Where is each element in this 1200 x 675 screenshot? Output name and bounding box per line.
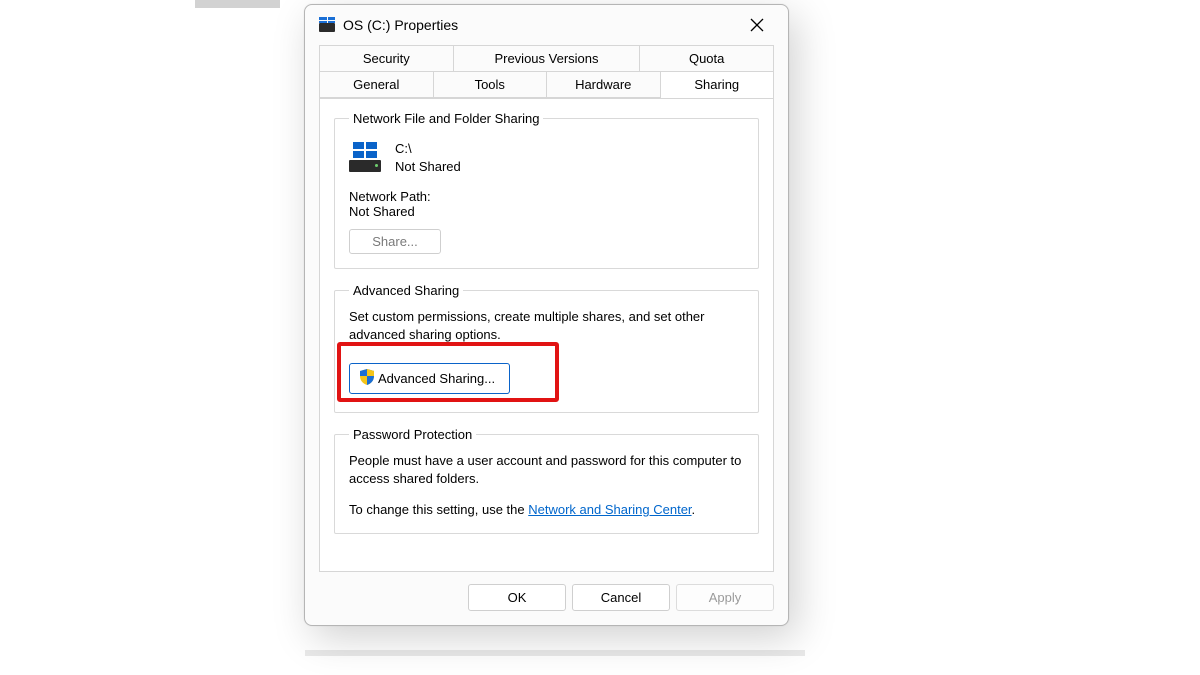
properties-dialog: OS (C:) Properties Security Previous Ver…: [304, 4, 789, 626]
group-legend-password-protection: Password Protection: [349, 427, 476, 442]
password-protection-change: To change this setting, use the Network …: [349, 501, 744, 519]
tab-quota[interactable]: Quota: [640, 46, 773, 71]
change-setting-prefix: To change this setting, use the: [349, 502, 528, 517]
group-legend-network-sharing: Network File and Folder Sharing: [349, 111, 543, 126]
drive-icon: [319, 17, 335, 33]
tab-previous-versions[interactable]: Previous Versions: [454, 46, 641, 71]
drive-windows-icon: [349, 142, 381, 174]
tabs-row-upper: Security Previous Versions Quota: [319, 45, 774, 71]
tab-hardware[interactable]: Hardware: [547, 72, 661, 98]
share-info: C:\ Not Shared: [395, 140, 461, 175]
network-path-label: Network Path:: [349, 189, 744, 204]
close-icon: [750, 18, 764, 32]
window-title: OS (C:) Properties: [343, 17, 458, 33]
advanced-sharing-desc: Set custom permissions, create multiple …: [349, 308, 744, 343]
group-network-sharing: Network File and Folder Sharing C:\ Not …: [334, 111, 759, 269]
advanced-sharing-button[interactable]: Advanced Sharing...: [349, 363, 510, 394]
ok-button[interactable]: OK: [468, 584, 566, 611]
tab-general[interactable]: General: [320, 72, 434, 98]
tab-panel-sharing: Network File and Folder Sharing C:\ Not …: [319, 99, 774, 572]
tabs-row-lower: General Tools Hardware Sharing: [319, 71, 774, 99]
network-path-value: Not Shared: [349, 204, 744, 219]
group-password-protection: Password Protection People must have a u…: [334, 427, 759, 534]
group-legend-advanced-sharing: Advanced Sharing: [349, 283, 463, 298]
password-protection-desc: People must have a user account and pass…: [349, 452, 744, 487]
share-status-label: Not Shared: [395, 158, 461, 176]
drive-path-label: C:\: [395, 140, 461, 158]
tab-security[interactable]: Security: [320, 46, 454, 71]
close-button[interactable]: [734, 9, 780, 41]
tab-tools[interactable]: Tools: [434, 72, 548, 98]
dialog-footer: OK Cancel Apply: [305, 572, 788, 625]
apply-button[interactable]: Apply: [676, 584, 774, 611]
tab-sharing[interactable]: Sharing: [661, 72, 774, 98]
share-button[interactable]: Share...: [349, 229, 441, 254]
period: .: [692, 502, 696, 517]
shield-icon: [358, 368, 376, 389]
advanced-sharing-button-label: Advanced Sharing...: [378, 371, 495, 386]
cancel-button[interactable]: Cancel: [572, 584, 670, 611]
group-advanced-sharing: Advanced Sharing Set custom permissions,…: [334, 283, 759, 413]
network-sharing-center-link[interactable]: Network and Sharing Center: [528, 502, 691, 517]
titlebar: OS (C:) Properties: [305, 5, 788, 45]
